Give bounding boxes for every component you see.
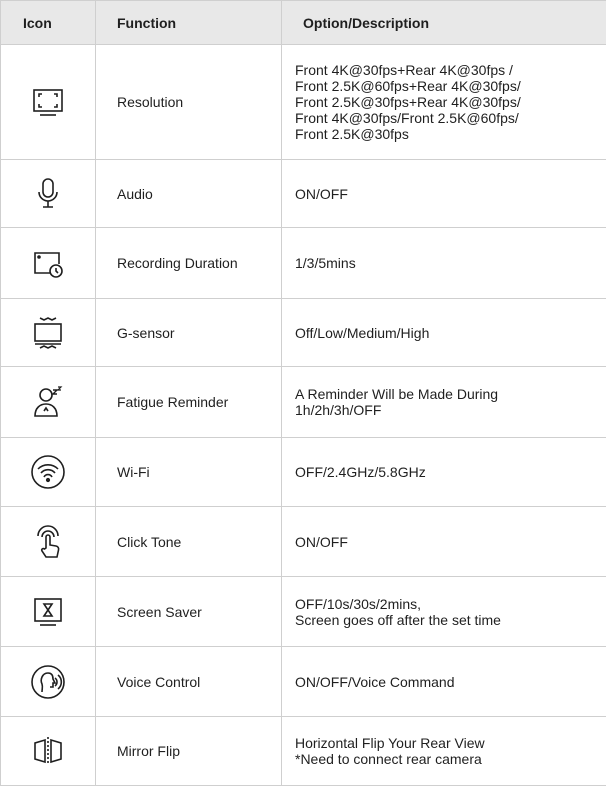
- wifi-icon: [30, 454, 66, 490]
- g-sensor-icon: [30, 315, 66, 351]
- function-label: Fatigue Reminder: [95, 366, 282, 438]
- table-row: Resolution Front 4K@30fps+Rear 4K@30fps …: [0, 44, 606, 160]
- option-line: Front 4K@30fps/Front 2.5K@60fps/: [295, 110, 519, 126]
- microphone-icon: [30, 176, 66, 212]
- function-label: Recording Duration: [95, 227, 282, 299]
- option-line: Horizontal Flip Your Rear View: [295, 735, 485, 751]
- option-line: *Need to connect rear camera: [295, 751, 482, 767]
- voice-control-icon: [30, 664, 66, 700]
- option-line: ON/OFF: [295, 533, 348, 550]
- option-line: Front 4K@30fps+Rear 4K@30fps /: [295, 62, 513, 78]
- option-line: Front 2.5K@60fps+Rear 4K@30fps/: [295, 78, 521, 94]
- option-line: ON/OFF: [295, 185, 348, 202]
- table-row: Mirror Flip Horizontal Flip Your Rear Vi…: [0, 716, 606, 786]
- option-line: Screen goes off after the set time: [295, 611, 501, 628]
- table-row: Click Tone ON/OFF: [0, 506, 606, 577]
- table-row: Voice Control ON/OFF/Voice Command: [0, 646, 606, 717]
- recording-timer-icon: [30, 245, 66, 281]
- function-label: Click Tone: [95, 506, 282, 577]
- table-row: Fatigue Reminder A Reminder Will be Made…: [0, 366, 606, 438]
- function-label: Resolution: [95, 44, 282, 160]
- mirror-flip-icon: [30, 733, 66, 769]
- function-label: Voice Control: [95, 646, 282, 717]
- option-line: OFF/2.4GHz/5.8GHz: [295, 464, 426, 480]
- function-label: Audio: [95, 159, 282, 228]
- fatigue-icon: [30, 384, 66, 420]
- option-line: Front 2.5K@30fps: [295, 126, 409, 142]
- touch-tone-icon: [30, 524, 66, 560]
- option-line: Off/Low/Medium/High: [295, 324, 430, 341]
- option-line: 1h/2h/3h/OFF: [295, 402, 382, 418]
- table-row: Screen Saver OFF/10s/30s/2mins, Screen g…: [0, 576, 606, 647]
- header-row: Icon Function Option/Description: [0, 0, 606, 45]
- table-row: G-sensor Off/Low/Medium/High: [0, 298, 606, 367]
- header-function: Function: [95, 0, 282, 45]
- table-row: Audio ON/OFF: [0, 159, 606, 228]
- function-label: G-sensor: [95, 298, 282, 367]
- function-label: Wi-Fi: [95, 437, 282, 507]
- header-option: Option/Description: [281, 0, 606, 45]
- header-icon: Icon: [0, 0, 96, 45]
- settings-table: Icon Function Option/Description Resolut…: [0, 0, 606, 786]
- function-label: Mirror Flip: [95, 716, 282, 786]
- resolution-icon: [30, 84, 66, 120]
- option-line: ON/OFF/Voice Command: [295, 673, 455, 690]
- option-line: 1/3/5mins: [295, 255, 356, 271]
- option-line: OFF/10s/30s/2mins,: [295, 595, 422, 612]
- option-line: A Reminder Will be Made During: [295, 386, 499, 402]
- option-line: Front 2.5K@30fps+Rear 4K@30fps/: [295, 94, 521, 110]
- table-row: Wi-Fi OFF/2.4GHz/5.8GHz: [0, 437, 606, 507]
- hourglass-screen-icon: [30, 594, 66, 630]
- function-label: Screen Saver: [95, 576, 282, 647]
- table-row: Recording Duration 1/3/5mins: [0, 227, 606, 299]
